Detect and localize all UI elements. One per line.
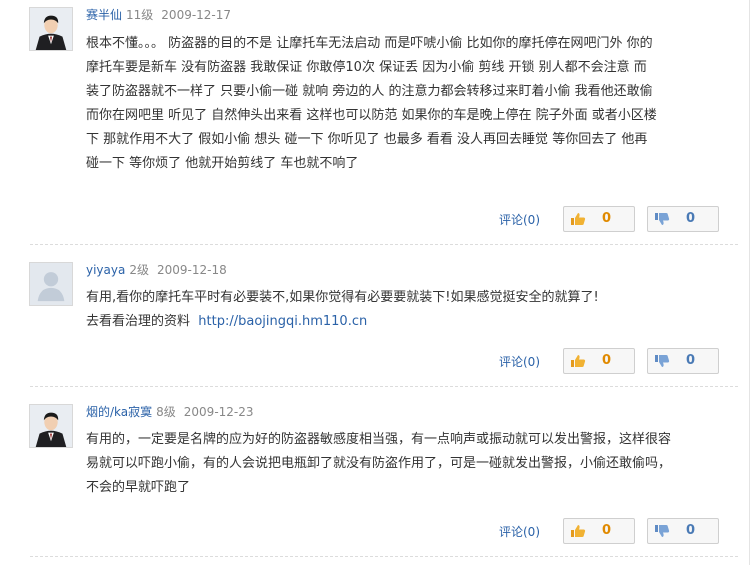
downvote-button[interactable]: 0 <box>647 348 719 374</box>
comment-link[interactable]: 评论(0) <box>499 211 540 228</box>
post-line: 装了防盗器就不一样了 只要小偷一碰 就响 旁边的人 的注意力都会转移过来盯着小偷… <box>86 84 653 99</box>
downvote-button[interactable]: 0 <box>647 518 719 544</box>
post-date: 2009-12-23 <box>183 405 254 419</box>
avatar-man-suit-icon <box>30 8 72 50</box>
thumbs-up-icon <box>571 525 586 537</box>
username-link[interactable]: yiyaya <box>86 263 125 277</box>
avatar-default-person-icon <box>30 263 72 305</box>
external-link[interactable]: http://baojingqi.hm110.cn <box>198 314 367 329</box>
post-divider <box>30 386 738 387</box>
post-date: 2009-12-18 <box>157 263 227 277</box>
post-line: 有用,看你的摩托车平时有必要装不,如果你觉得有必要要就装下!如果感觉挺安全的就算… <box>86 290 599 305</box>
upvote-button[interactable]: 0 <box>563 348 635 374</box>
post-line: 有用的，一定要是名牌的应为好的防盗器敏感度相当强，有一点响声或振动就可以发出警报… <box>86 432 672 447</box>
thumbs-down-icon <box>655 525 670 537</box>
avatar-man-suit-icon <box>30 405 72 447</box>
post-line: 而你在网吧里 听见了 自然伸头出来看 这样也可以防范 如果你的车是晚上停在 院子… <box>86 108 657 123</box>
user-avatar[interactable] <box>29 404 73 448</box>
post-meta: 赛半仙 11级 2009-12-17 <box>86 7 231 23</box>
downvote-count: 0 <box>686 523 696 538</box>
downvote-count: 0 <box>686 353 696 368</box>
upvote-count: 0 <box>602 353 612 368</box>
post-line: 易就可以吓跑小偷，有的人会说把电瓶卸了就没有防盗作用了，可是一碰就发出警报，小偷… <box>86 456 672 471</box>
upvote-button[interactable]: 0 <box>563 206 635 232</box>
thumbs-up-icon <box>571 355 586 367</box>
downvote-count: 0 <box>686 211 696 226</box>
post-body: 有用的，一定要是名牌的应为好的防盗器敏感度相当强，有一点响声或振动就可以发出警报… <box>86 428 726 500</box>
user-avatar[interactable] <box>29 262 73 306</box>
username-link[interactable]: 赛半仙 <box>86 8 122 22</box>
post-divider <box>30 556 738 557</box>
comment-link[interactable]: 评论(0) <box>499 353 540 370</box>
post-body: 根本不懂。。。 防盗器的目的不是 让摩托车无法启动 而是吓唬小偷 比如你的摩托停… <box>86 32 726 176</box>
post-line: 不会的早就吓跑了 <box>86 480 191 495</box>
thumbs-down-icon <box>655 355 670 367</box>
post-body: 有用,看你的摩托车平时有必要装不,如果你觉得有必要要就装下!如果感觉挺安全的就算… <box>86 286 726 334</box>
post-divider <box>30 244 738 245</box>
post-date: 2009-12-17 <box>161 8 232 22</box>
comment-link[interactable]: 评论(0) <box>499 523 540 540</box>
post-line: 根本不懂。。。 防盗器的目的不是 让摩托车无法启动 而是吓唬小偷 比如你的摩托停… <box>86 36 653 51</box>
user-level: 8级 <box>156 405 176 419</box>
upvote-button[interactable]: 0 <box>563 518 635 544</box>
thumbs-up-icon <box>571 213 586 225</box>
thumbs-down-icon <box>655 213 670 225</box>
upvote-count: 0 <box>602 523 612 538</box>
downvote-button[interactable]: 0 <box>647 206 719 232</box>
user-level: 2级 <box>129 263 149 277</box>
post-line: 下 那就作用不大了 假如小偷 想头 碰一下 你听见了 也最多 看看 没人再回去睡… <box>86 132 648 147</box>
post-line: 摩托车要是新车 没有防盗器 我敢保证 你敢停10次 保证丢 因为小偷 剪线 开锁… <box>86 60 647 75</box>
username-link[interactable]: 烟的/ka寂寞 <box>86 405 152 419</box>
user-level: 11级 <box>126 8 154 22</box>
right-border <box>749 0 750 565</box>
upvote-count: 0 <box>602 211 612 226</box>
post-line: 碰一下 等你烦了 他就开始剪线了 车也就不响了 <box>86 156 359 171</box>
link-prefix: 去看看治理的资料 <box>86 314 191 329</box>
user-avatar[interactable] <box>29 7 73 51</box>
post-line-with-link: 去看看治理的资料 http://baojingqi.hm110.cn <box>86 310 726 334</box>
post-meta: yiyaya 2级 2009-12-18 <box>86 262 227 278</box>
post-meta: 烟的/ka寂寞 8级 2009-12-23 <box>86 404 254 420</box>
